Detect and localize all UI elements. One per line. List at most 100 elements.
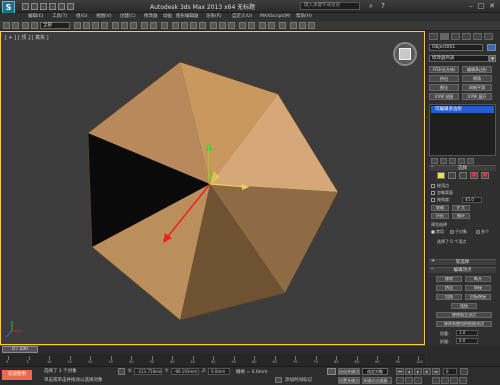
remove-isolated-vertices-button[interactable]: 移除孤立顶点 [436,312,492,318]
modify-tab-icon[interactable] [440,33,449,40]
soft-selection-rollout-header[interactable]: 软选择 [429,259,496,265]
scale-icon[interactable] [130,22,137,29]
polygon-subobject-icon[interactable]: ■ [470,172,478,179]
ring-button[interactable]: 环形 [431,213,449,219]
selection-filter-dropdown[interactable]: 全部 [40,22,70,29]
key-filters-button[interactable]: 关键点过滤器... [362,377,392,384]
preview-off-radio[interactable]: 禁用 [431,229,444,235]
previous-frame-icon[interactable]: ◂ [405,368,413,375]
ignore-backfacing-checkbox[interactable]: 忽略背面 [431,190,453,196]
link-icon[interactable] [22,22,29,29]
pan-view-icon[interactable] [441,377,449,384]
geodesic-object[interactable] [0,31,425,345]
mod-button-edit-poly[interactable]: 编辑多边形 [462,66,492,73]
maximize-button[interactable]: □ [476,1,486,11]
close-button[interactable]: ✕ [487,1,497,11]
orbit-icon[interactable] [450,377,458,384]
menu-tools[interactable]: 工具(T) [52,13,67,21]
time-slider-track[interactable] [0,345,425,354]
layer-manager-icon[interactable] [239,22,246,29]
redo-toolbar-icon[interactable] [12,22,19,29]
break-button[interactable]: 断开 [465,276,491,282]
weld-button[interactable]: 焊接 [465,285,491,291]
curve-editor-icon[interactable] [259,22,266,29]
collapse-icon[interactable]: – [431,164,434,170]
time-tag-icon[interactable] [275,377,282,383]
mod-button-extrude[interactable]: 挤出 [429,75,459,82]
play-icon[interactable]: ▸ [414,368,422,375]
menu-customize[interactable]: 自定义(U) [232,13,252,21]
move-icon[interactable] [112,22,119,29]
vertex-subobject-icon[interactable] [437,172,445,179]
configure-sets-icon[interactable] [467,158,474,164]
search-input[interactable]: 键入关键字或短语 [300,2,360,10]
menu-create[interactable]: 创建(C) [120,13,136,21]
schematic-view-icon[interactable] [268,22,275,29]
window-crossing-icon[interactable] [101,22,108,29]
crease-spinner[interactable]: 0.0 [456,338,478,344]
remove-modifier-icon[interactable] [458,158,465,164]
redo-icon[interactable] [58,3,65,10]
menu-modifiers[interactable]: 修改器 [144,13,158,21]
menu-rendering[interactable]: 渲染(R) [206,13,222,21]
undo-toolbar-icon[interactable] [3,22,10,29]
graphite-ribbon-icon[interactable] [248,22,255,29]
connect-button[interactable]: 连接 [451,303,477,309]
time-configuration-icon[interactable] [460,368,468,375]
angle-snap-icon[interactable] [181,22,188,29]
key-icon[interactable] [327,368,336,375]
object-name-field[interactable]: Object001 [429,44,483,51]
zoom-extents-icon[interactable] [414,377,422,384]
create-tab-icon[interactable] [429,33,438,40]
lock-selection-icon[interactable] [118,368,125,375]
weight-spinner[interactable]: 1.0 [456,330,478,336]
named-selection-icon[interactable] [210,22,217,29]
mod-button-ffd[interactable]: FFD(长方体) [429,66,459,73]
material-editor-icon[interactable] [279,22,286,29]
object-color-swatch[interactable] [487,44,496,51]
time-slider-thumb[interactable]: 0 / 100 [2,346,38,353]
edit-vertices-rollout-header[interactable]: 编辑顶点 [429,267,496,273]
select-manipulate-icon[interactable] [161,22,168,29]
zoom-icon[interactable] [396,377,404,384]
set-key-button[interactable]: 设置关键点 [338,377,360,384]
display-tab-icon[interactable] [473,33,482,40]
angle-spinner[interactable]: 45.0 [462,197,482,203]
auto-key-button[interactable]: 自动关键点 [338,368,360,375]
current-frame-field[interactable]: 0 [443,368,457,375]
mod-button-meshsmooth[interactable]: 网格平滑 [462,84,492,91]
show-end-result-icon[interactable] [440,158,447,164]
help-icon[interactable]: ? [378,1,388,11]
edge-subobject-icon[interactable] [448,172,456,179]
motion-tab-icon[interactable] [462,33,471,40]
by-vertex-checkbox[interactable]: 按顶点 [431,183,449,189]
percent-snap-icon[interactable] [190,22,197,29]
selection-rollout-header[interactable]: 选择 [429,165,496,171]
render-setup-icon[interactable] [290,22,297,29]
mod-button-tessellate[interactable]: 细化 [429,84,459,91]
minimize-button[interactable]: – [466,1,476,11]
reference-coord-icon[interactable] [141,22,148,29]
make-unique-icon[interactable] [449,158,456,164]
collapse-icon[interactable]: – [431,266,434,272]
preview-multi-radio[interactable]: 多个 [476,229,489,235]
menu-edit[interactable]: 编辑(E) [28,13,43,21]
mirror-icon[interactable] [219,22,226,29]
shrink-button[interactable]: 收缩 [431,205,449,211]
target-weld-button[interactable]: 目标焊接 [465,294,491,300]
selected-object-dropdown[interactable]: 选定对象 [362,368,388,375]
render-production-icon[interactable] [308,22,315,29]
spinner-snap-icon[interactable] [199,22,206,29]
go-to-end-icon[interactable]: ⏭ [432,368,440,375]
rotate-icon[interactable] [121,22,128,29]
expand-icon[interactable]: + [431,258,435,264]
menu-animation[interactable]: 动画 [163,13,172,21]
remove-unused-map-verts-button[interactable]: 移除未使用的贴图顶点 [436,321,492,327]
z-coordinate-field[interactable]: 0.0mm [208,368,230,375]
welcome-button[interactable]: 欢迎使用 [2,370,32,380]
unlink-icon[interactable] [31,22,38,29]
stack-item-editable-poly[interactable]: 可编辑多边形 [431,106,494,113]
align-icon[interactable] [228,22,235,29]
mod-button-bevel[interactable]: 倒角 [462,75,492,82]
select-object-icon[interactable] [74,22,81,29]
